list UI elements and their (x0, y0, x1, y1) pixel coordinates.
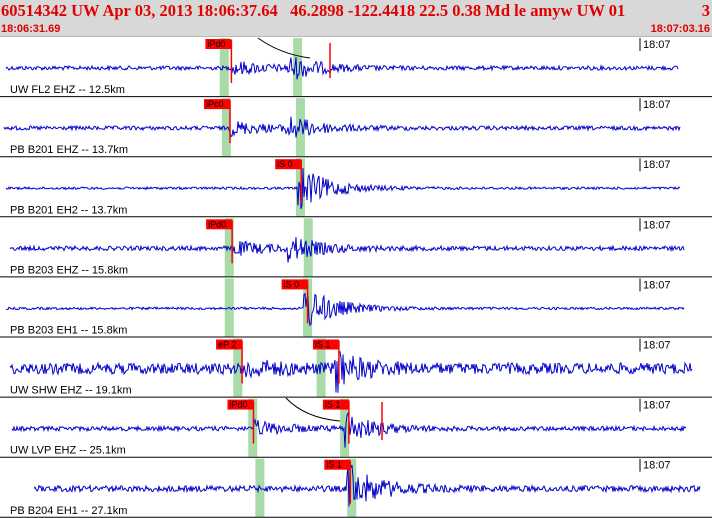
channel-label: UW FL2 EHZ -- 12.5km (10, 84, 125, 96)
channel-label: UW LVP EHZ -- 25.1km (10, 445, 126, 457)
minute-label: 18:07 (643, 400, 671, 412)
channel-row[interactable]: 18:07 iPd0 PB B203 EHZ -- 15.8km (0, 218, 712, 278)
phase-pick-label: iPd0 (207, 39, 225, 49)
phase-pick-label: iS 1 (315, 340, 331, 350)
channel-row[interactable]: 18:07 iPc0 PB B201 EHZ -- 13.7km (0, 98, 712, 158)
minute-label: 18:07 (643, 39, 671, 51)
phase-pick-label: eP 2 (218, 340, 236, 350)
channel-label: PB B204 EH1 -- 27.1km (10, 505, 127, 517)
phase-pick-label: iS 1 (325, 400, 341, 410)
minute-label: 18:07 (643, 460, 671, 472)
waveform-trace (5, 57, 679, 80)
minute-label: 18:07 (643, 219, 671, 231)
waveform-trace (3, 116, 681, 138)
channel-row[interactable]: 18:07 iPd0 UW FL2 EHZ -- 12.5km (0, 38, 712, 98)
channel-row[interactable]: 18:07 iPd0 iS 1 UW LVP EHZ -- 25.1km (0, 398, 712, 458)
channel-label: PB B203 EHZ -- 15.8km (10, 264, 128, 276)
phase-pick-label: iPd0 (208, 219, 226, 229)
waveform-trace (9, 237, 685, 263)
phase-pick-label: iPd0 (229, 400, 247, 410)
minute-label: 18:07 (643, 99, 671, 111)
waveform-trace (5, 292, 685, 327)
channel-row[interactable]: 18:07 iS 0 PB B203 EH1 -- 15.8km (0, 278, 712, 338)
channel-label: PB B201 EHZ -- 13.7km (10, 144, 128, 156)
minute-label: 18:07 (643, 340, 671, 352)
phase-pick-label: iS 0 (284, 279, 300, 289)
phase-pick-label: iPc0 (206, 99, 224, 109)
minute-label: 18:07 (643, 279, 671, 291)
channel-row[interactable]: 18:07 iS 0 PB B201 EH2 -- 13.7km (0, 158, 712, 218)
channel-label: PB B203 EH1 -- 15.8km (10, 325, 127, 337)
travel-time-curve (257, 37, 311, 59)
waveform-trace (5, 167, 681, 210)
channel-label: PB B201 EH2 -- 13.7km (10, 204, 127, 216)
minute-label: 18:07 (643, 159, 671, 171)
waveform-trace (33, 463, 701, 507)
phase-pick-label: iS 1 (326, 460, 342, 470)
channel-row[interactable]: 18:07 eP 2 iS 1 UW SHW EHZ -- 19.1km (0, 338, 712, 398)
phase-pick-label: iS 0 (277, 159, 293, 169)
seismogram-panel[interactable]: 18:07 iPd0 UW FL2 EHZ -- 12.5km 18:07 iPc0 PB… (0, 0, 712, 518)
channel-label: UW SHW EHZ -- 19.1km (10, 385, 132, 397)
